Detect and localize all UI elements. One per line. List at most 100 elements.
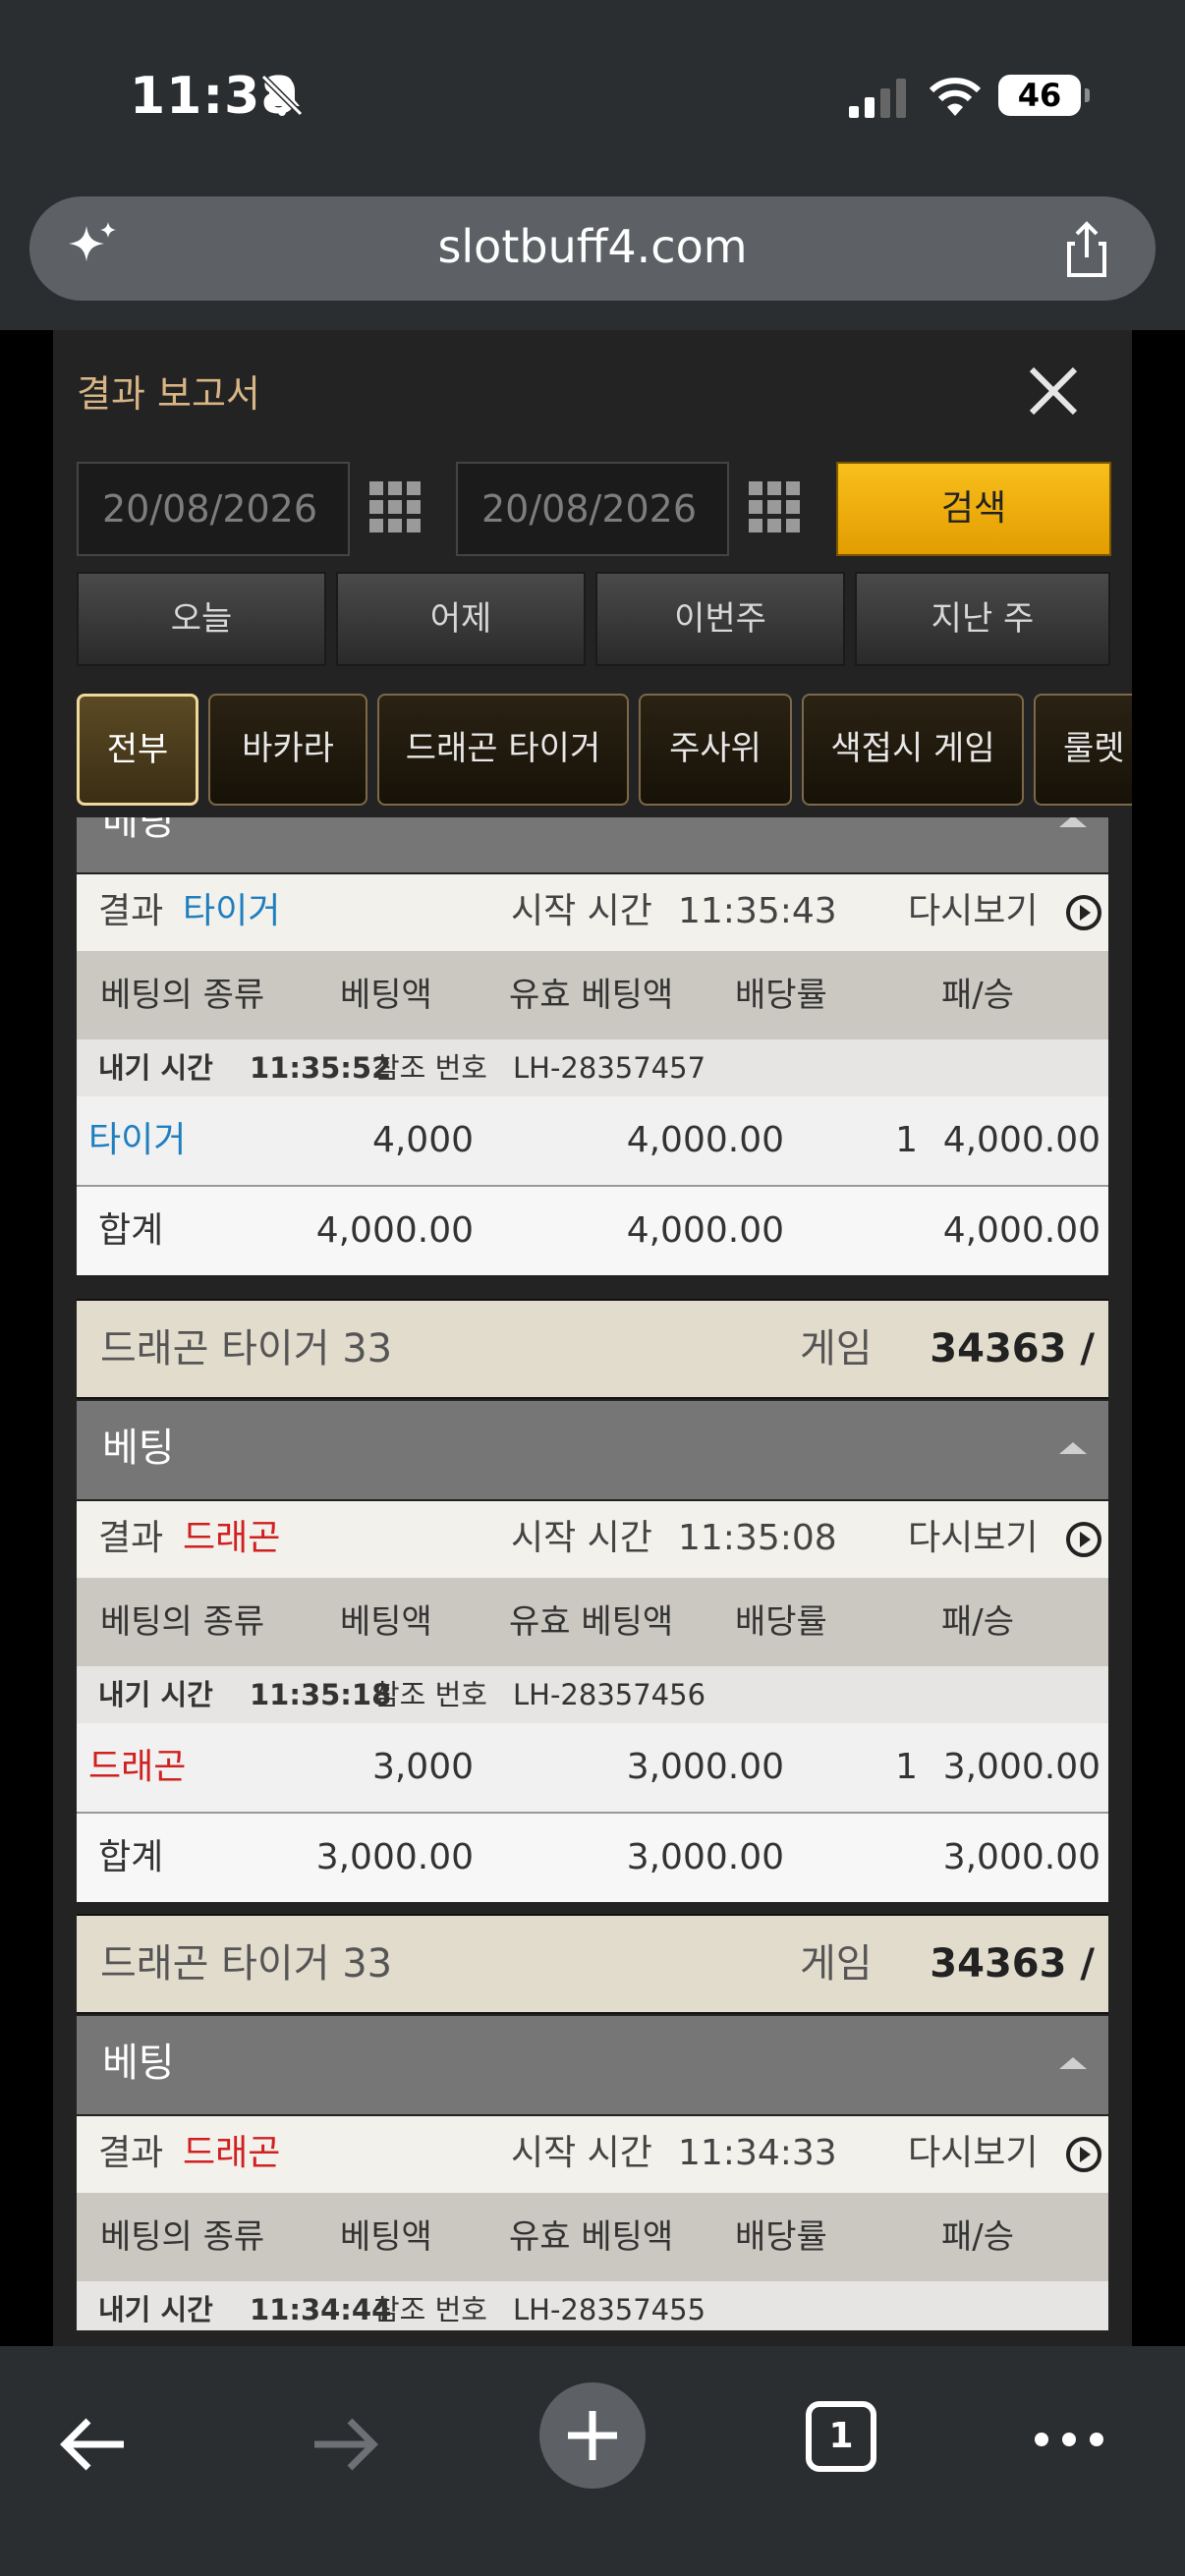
ref-value: LH-28357456: [513, 1678, 706, 1711]
result-value: 드래곤: [183, 2133, 281, 2173]
total-row: 합계 3,000.00 3,000.00 3,000.00: [77, 1814, 1108, 1902]
column-header-row: 베팅의 종류 베팅액 유효 베팅액 배당률 패/승: [77, 2193, 1108, 2281]
bet-type-value: 드래곤: [88, 1747, 187, 1787]
result-value: 드래곤: [183, 1518, 281, 1558]
tab-baccarat[interactable]: 바카라: [208, 694, 367, 806]
col-bet-amount: 베팅액: [340, 976, 432, 1015]
game-name: 드래곤 타이거 33: [100, 1941, 393, 1987]
forward-arrow-icon[interactable]: [305, 2405, 383, 2484]
replay-link[interactable]: 다시보기: [908, 2116, 1038, 2191]
more-options-icon[interactable]: [1032, 2415, 1106, 2464]
betting-header[interactable]: 베팅: [77, 1401, 1108, 1499]
col-bet-type: 베팅의 종류: [100, 976, 265, 1015]
total-label: 합계: [98, 1210, 164, 1251]
tab-dice[interactable]: 주사위: [639, 694, 792, 806]
col-odds: 배당률: [735, 976, 827, 1015]
betting-header[interactable]: 베팅: [77, 2016, 1108, 2114]
betting-label: 베팅: [102, 1426, 175, 1471]
tab-roulette[interactable]: 룰렛: [1034, 694, 1132, 806]
game-header: 드래곤 타이거 33 게임 34363 / 79: [77, 1299, 1108, 1468]
calendar-grid-icon[interactable]: [366, 477, 424, 536]
total-win-loss-value: 3,000.00: [942, 1837, 1100, 1877]
col-odds: 배당률: [735, 1602, 827, 1642]
game-name: 드래곤 타이거 33: [100, 1326, 393, 1372]
yesterday-button[interactable]: 어제: [336, 572, 586, 666]
tab-all[interactable]: 전부: [77, 694, 198, 806]
col-bet-type: 베팅의 종류: [100, 1602, 265, 1642]
collapse-arrow-icon[interactable]: [1059, 1442, 1087, 1454]
col-bet-type: 베팅의 종류: [100, 2217, 265, 2257]
col-win-loss: 패/승: [941, 976, 1015, 1015]
col-bet-amount: 베팅액: [340, 2217, 432, 2257]
today-button[interactable]: 오늘: [77, 572, 326, 666]
status-bar: 11:38 46: [0, 0, 1185, 187]
collapse-arrow-icon[interactable]: [1059, 817, 1087, 827]
result-row: 결과 드래곤 시작 시간 11:35:08 다시보기: [77, 1499, 1108, 1578]
column-header-row: 베팅의 종류 베팅액 유효 베팅액 배당률 패/승: [77, 1578, 1108, 1666]
placed-time-value: 11:35:52: [250, 1051, 392, 1085]
bet-info-row: 내기 시간 11:35:18 참조 번호 LH-28357456: [77, 1666, 1108, 1723]
placed-time-label: 내기 시간: [98, 2293, 213, 2326]
url-text: slotbuff4.com: [437, 220, 748, 273]
start-time-value: 11:34:33: [678, 2133, 837, 2173]
placed-time-value: 11:34:44: [250, 2293, 392, 2326]
play-circle-icon[interactable]: [1065, 1521, 1102, 1558]
bet-amount-value: 4,000: [371, 1120, 474, 1160]
total-row: 합계 4,000.00 4,000.00 4,000.00: [77, 1187, 1108, 1275]
collapse-arrow-icon[interactable]: [1059, 2057, 1087, 2069]
new-tab-plus-icon[interactable]: [538, 2381, 647, 2490]
total-valid-value: 4,000.00: [626, 1210, 784, 1251]
date-to-field[interactable]: 20/08/2026: [456, 462, 729, 556]
play-circle-icon[interactable]: [1065, 894, 1102, 931]
search-button[interactable]: 검색: [836, 462, 1111, 556]
betting-label: 베팅: [102, 817, 175, 844]
col-win-loss: 패/승: [941, 1602, 1015, 1642]
back-arrow-icon[interactable]: [55, 2405, 134, 2484]
win-loss-value: 4,000.00: [942, 1120, 1100, 1160]
win-loss-value: 3,000.00: [942, 1747, 1100, 1787]
date-from-field[interactable]: 20/08/2026: [77, 462, 350, 556]
odds-value: 1: [895, 1747, 918, 1787]
result-label: 결과: [98, 1518, 164, 1558]
replay-link[interactable]: 다시보기: [908, 1501, 1038, 1576]
col-valid-amount: 유효 베팅액: [509, 1602, 674, 1642]
last-week-button[interactable]: 지난 주: [855, 572, 1110, 666]
play-circle-icon[interactable]: [1065, 2136, 1102, 2173]
cellular-signal-icon: [849, 79, 906, 118]
valid-amount-value: 3,000.00: [626, 1747, 784, 1787]
bet-row: 타이거 4,000 4,000.00 1 4,000.00: [77, 1096, 1108, 1187]
start-time-label: 시작 시간: [511, 891, 652, 931]
result-label: 결과: [98, 2133, 164, 2173]
start-time-value: 11:35:08: [678, 1518, 837, 1558]
wifi-icon: [929, 78, 982, 116]
share-icon[interactable]: [1055, 218, 1118, 281]
ref-label: 참조 번호: [373, 1051, 487, 1085]
betting-label: 베팅: [102, 2041, 175, 2086]
tab-color-plate[interactable]: 색접시 게임: [802, 694, 1024, 806]
betting-header[interactable]: 베팅: [77, 817, 1108, 872]
bet-row: 드래곤 3,000 3,000.00 1 3,000.00: [77, 1723, 1108, 1814]
this-week-button[interactable]: 이번주: [595, 572, 845, 666]
col-win-loss: 패/승: [941, 2217, 1015, 2257]
total-win-loss-value: 4,000.00: [942, 1210, 1100, 1251]
placed-time-value: 11:35:18: [250, 1678, 392, 1711]
total-valid-value: 3,000.00: [626, 1837, 784, 1877]
bet-type-value: 타이거: [88, 1120, 187, 1160]
close-icon[interactable]: [1012, 350, 1095, 432]
result-list-lower[interactable]: 드래곤 타이거 33 게임 34363 / 79 베팅 결과 드래곤 시작 시간…: [77, 1299, 1108, 2330]
total-label: 합계: [98, 1837, 164, 1877]
modal-title: 결과 보고서: [77, 372, 260, 416]
battery-indicator: 46: [998, 75, 1090, 116]
result-value: 타이거: [183, 891, 281, 931]
calendar-grid-icon[interactable]: [745, 477, 804, 536]
valid-amount-value: 4,000.00: [626, 1120, 784, 1160]
tab-dragon-tiger[interactable]: 드래곤 타이거: [377, 694, 629, 806]
game-label: 게임: [800, 1326, 873, 1372]
start-time-value: 11:35:43: [678, 891, 837, 931]
replay-link[interactable]: 다시보기: [908, 874, 1038, 949]
col-valid-amount: 유효 베팅액: [509, 2217, 674, 2257]
ref-label: 참조 번호: [373, 1678, 487, 1711]
ref-label: 참조 번호: [373, 2293, 487, 2326]
col-odds: 배당률: [735, 2217, 827, 2257]
tab-count-button[interactable]: 1: [806, 2401, 876, 2472]
